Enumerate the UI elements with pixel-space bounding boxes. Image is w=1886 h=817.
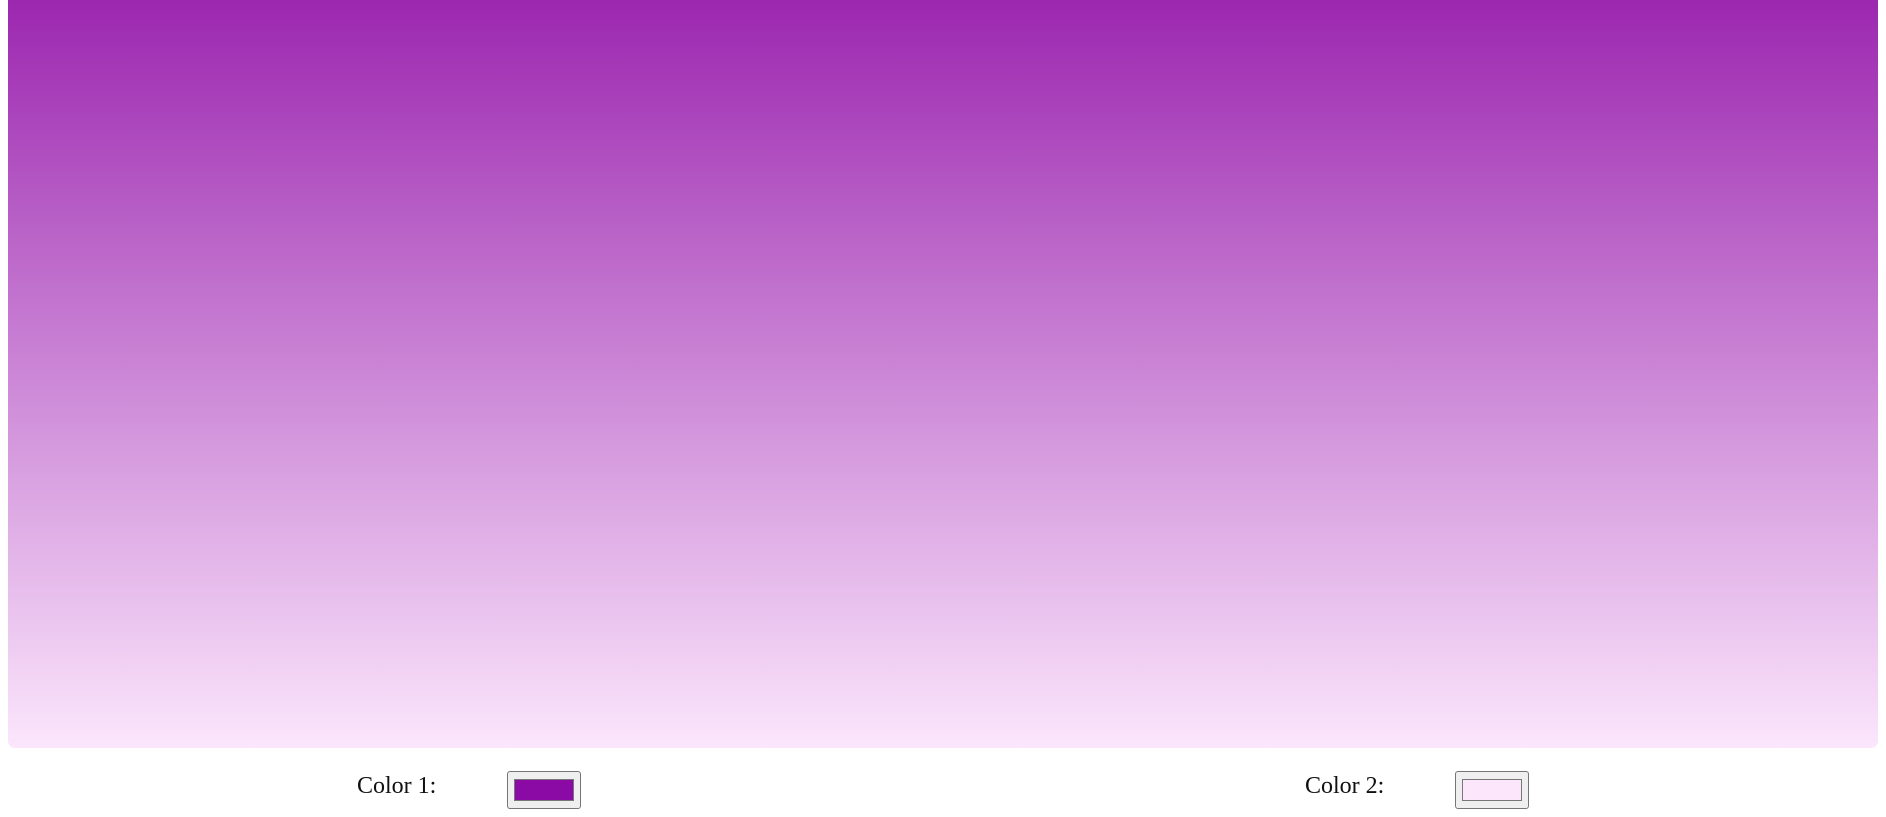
color-2-swatch (1462, 779, 1522, 801)
color-1-label: Color 1: (357, 773, 437, 799)
color-2-label: Color 2: (1305, 773, 1385, 799)
color-2-picker[interactable] (1455, 771, 1529, 809)
gradient-preview (8, 0, 1878, 748)
color-controls: Color 1: Color 2: (0, 766, 1886, 816)
color-1-swatch (514, 779, 574, 801)
page: Color 1: Color 2: (0, 0, 1886, 817)
color-1-picker[interactable] (507, 771, 581, 809)
